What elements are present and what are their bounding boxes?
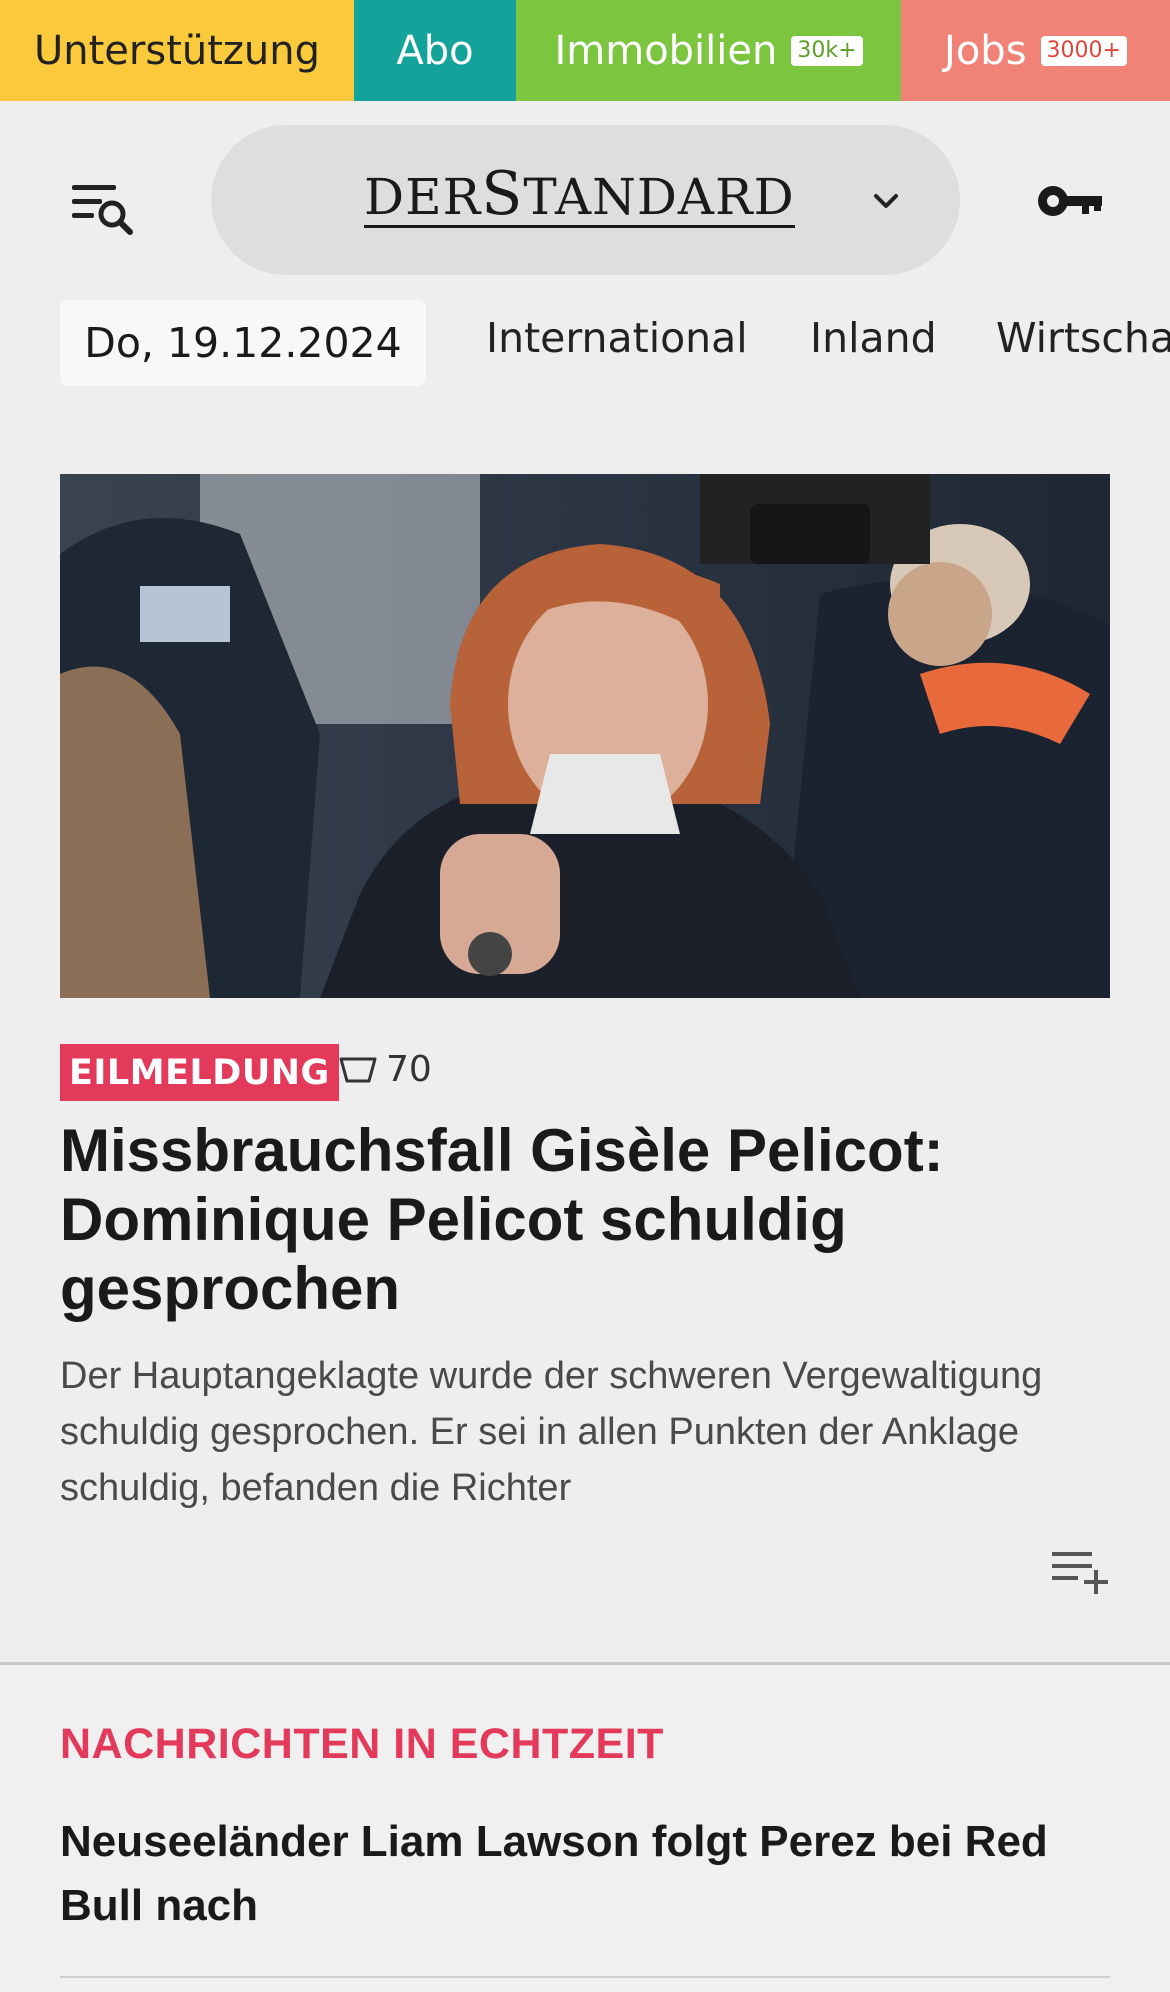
breaking-news-label: EILMELDUNG	[69, 1052, 330, 1093]
menu-search-button[interactable]	[70, 181, 136, 237]
abo-link[interactable]: Abo	[354, 0, 516, 101]
live-news-item[interactable]: Neuseeländer Liam Lawson folgt Perez bei…	[60, 1810, 1100, 1938]
nav-inland[interactable]: Inland	[810, 314, 937, 362]
menu-search-icon	[72, 185, 133, 235]
support-label: Unterstützung	[33, 27, 320, 74]
current-date: Do, 19.12.2024	[84, 319, 402, 367]
playlist-add-icon	[1052, 1552, 1108, 1594]
logo-s: S	[481, 159, 524, 229]
login-button[interactable]	[1036, 180, 1106, 222]
top-service-bar: Unterstützung Abo Immobilien 30k+ Jobs 3…	[0, 0, 1170, 101]
comment-icon	[339, 1057, 377, 1082]
edition-dropdown-button[interactable]	[871, 190, 901, 212]
support-link[interactable]: Unterstützung	[0, 0, 354, 101]
comments-link[interactable]: 70	[338, 1049, 432, 1090]
news-item-divider	[60, 1976, 1110, 1978]
jobs-label: Jobs	[944, 27, 1027, 74]
nav-international[interactable]: International	[486, 314, 748, 362]
logo-der: DER	[364, 168, 482, 226]
jobs-link[interactable]: Jobs 3000+	[901, 0, 1170, 101]
article-hero-image[interactable]	[60, 474, 1110, 998]
key-icon	[1038, 186, 1102, 216]
logo-tandard: TANDARD	[523, 168, 795, 226]
live-news-title: NACHRICHTEN IN ECHTZEIT	[60, 1720, 664, 1768]
add-to-reading-list-button[interactable]	[1050, 1548, 1112, 1596]
immobilien-count-badge: 30k+	[791, 35, 863, 66]
date-chip: Do, 19.12.2024	[60, 300, 426, 386]
article-teaser: Der Hauptangeklagte wurde der schweren V…	[60, 1355, 1043, 1509]
chevron-down-icon	[874, 194, 898, 208]
abo-label: Abo	[396, 27, 474, 74]
immobilien-label: Immobilien	[554, 27, 778, 74]
site-logo[interactable]: DERSTANDARD	[364, 164, 795, 228]
nav-wirtschaft[interactable]: Wirtscha	[996, 314, 1170, 362]
breaking-news-badge: EILMELDUNG	[60, 1044, 339, 1101]
jobs-count-badge: 3000+	[1040, 35, 1127, 66]
comment-count: 70	[386, 1049, 432, 1090]
article-headline[interactable]: Missbrauchsfall Gisèle Pelicot: Dominiqu…	[60, 1116, 1100, 1323]
immobilien-link[interactable]: Immobilien 30k+	[516, 0, 901, 101]
